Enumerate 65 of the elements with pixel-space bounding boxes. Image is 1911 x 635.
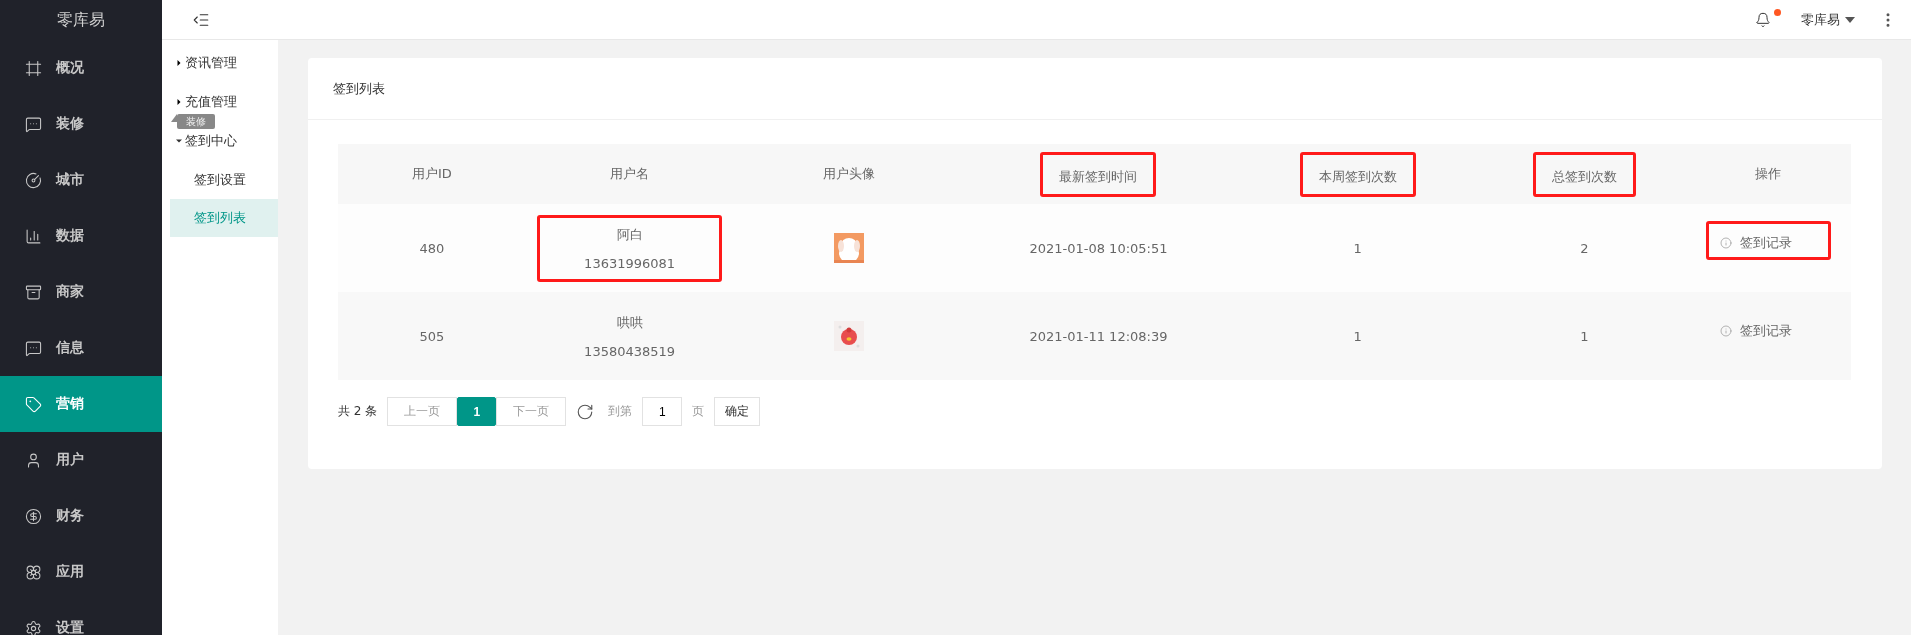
nav-item[interactable]: 营销 — [0, 376, 162, 432]
bell-icon[interactable] — [1755, 11, 1771, 28]
submenu-group[interactable]: 充值管理 — [162, 91, 278, 113]
table-cell: 1 — [1353, 328, 1362, 344]
chat-icon — [25, 339, 42, 357]
total-count: 共 2 条 — [338, 403, 378, 420]
bar-chart-icon — [25, 227, 42, 245]
table-cell: 1 — [1580, 328, 1589, 344]
record-link[interactable]: 签到记录 — [1719, 233, 1792, 252]
column-header: 操作 — [1755, 165, 1782, 183]
page-input[interactable]: 1 — [642, 397, 683, 426]
nav-item[interactable]: 财务 — [0, 488, 162, 544]
user-name: 阿白 — [616, 225, 643, 244]
tooltip-arrow — [171, 114, 177, 122]
table-cell: 2 — [1580, 240, 1589, 256]
refresh-icon[interactable] — [576, 402, 595, 421]
nav-item[interactable]: 装修 — [0, 96, 162, 152]
nav-item[interactable]: 应用 — [0, 544, 162, 600]
caret-right-icon — [176, 59, 182, 67]
nav-item[interactable]: 用户 — [0, 432, 162, 488]
caret-down-icon — [176, 137, 182, 145]
column-header: 最新签到时间 — [1059, 167, 1138, 186]
confirm-button[interactable]: 确定 — [714, 397, 761, 426]
archive-icon — [25, 283, 42, 301]
caret-icon — [1845, 16, 1855, 23]
column-header: 用户头像 — [823, 165, 876, 183]
nav-item[interactable]: 设置 — [0, 600, 162, 635]
caret-right-icon — [176, 98, 182, 106]
nav-item[interactable]: 概况 — [0, 40, 162, 96]
submenu-group[interactable]: 资讯管理 — [162, 52, 278, 74]
chat-icon — [25, 115, 42, 133]
nav-item[interactable]: 信息 — [0, 320, 162, 376]
card-title: 签到列表 — [308, 58, 1882, 120]
info-icon — [1719, 324, 1732, 337]
user-menu[interactable]: 零库易 — [1801, 10, 1855, 29]
gauge-icon — [25, 171, 42, 189]
tag-icon — [25, 395, 42, 413]
page-unit: 页 — [692, 403, 705, 420]
column-header: 本周签到次数 — [1318, 167, 1397, 186]
column-header: 总签到次数 — [1551, 167, 1617, 186]
submenu-item[interactable]: 签到设置 — [170, 161, 278, 199]
user-phone: 13580438519 — [584, 343, 676, 359]
flower-icon — [25, 563, 42, 581]
table-cell: 1 — [1353, 240, 1362, 256]
settings-icon — [25, 619, 42, 635]
table-cell: 480 — [419, 240, 445, 256]
coin-icon — [25, 507, 42, 525]
info-icon — [1719, 236, 1732, 249]
table-cell: 2021-01-11 12:08:39 — [1029, 328, 1168, 344]
table-cell: 2021-01-08 10:05:51 — [1029, 240, 1168, 256]
user-icon — [25, 451, 42, 469]
page-button[interactable]: 1 — [457, 397, 497, 426]
column-header: 用户名 — [610, 165, 650, 183]
nav-item[interactable]: 数据 — [0, 208, 162, 264]
user-name: 哄哄 — [616, 313, 643, 332]
table-cell: 505 — [419, 328, 445, 344]
nav-item[interactable]: 商家 — [0, 264, 162, 320]
notification-dot — [1774, 8, 1781, 16]
submenu-group[interactable]: 签到中心 — [162, 130, 278, 152]
column-header: 用户ID — [411, 165, 452, 183]
user-phone: 13631996081 — [584, 255, 676, 271]
app-logo: 零库易 — [56, 8, 106, 31]
record-link[interactable]: 签到记录 — [1719, 321, 1792, 340]
goto-label: 到第 — [608, 403, 633, 420]
nav-item[interactable]: 城市 — [0, 152, 162, 208]
